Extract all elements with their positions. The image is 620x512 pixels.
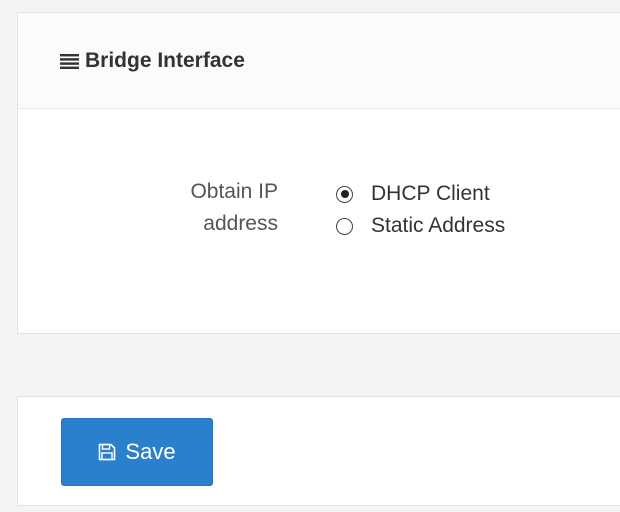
radio-label-dhcp-client[interactable]: DHCP Client — [371, 182, 490, 206]
menu-icon — [60, 52, 79, 69]
save-button[interactable]: Save — [61, 418, 213, 486]
footer-panel: Save — [17, 396, 620, 506]
radio-selected-dot — [340, 190, 349, 198]
radio-option-static-address[interactable]: Static Address — [336, 210, 505, 242]
radio-button-dhcp-client[interactable] — [336, 185, 353, 203]
bridge-interface-panel: Bridge Interface Obtain IP address DHCP … — [17, 12, 620, 334]
radio-label-static-address[interactable]: Static Address — [371, 214, 505, 238]
obtain-ip-radio-group: DHCP Client Static Address — [336, 178, 505, 242]
panel-title: Bridge Interface — [85, 48, 245, 72]
radio-button-static-address[interactable] — [336, 217, 353, 235]
save-button-label: Save — [125, 439, 176, 464]
panel-header: Bridge Interface — [18, 13, 620, 109]
floppy-disk-icon — [98, 443, 116, 461]
radio-option-dhcp-client[interactable]: DHCP Client — [336, 178, 505, 210]
obtain-ip-label: Obtain IP address — [190, 180, 278, 235]
